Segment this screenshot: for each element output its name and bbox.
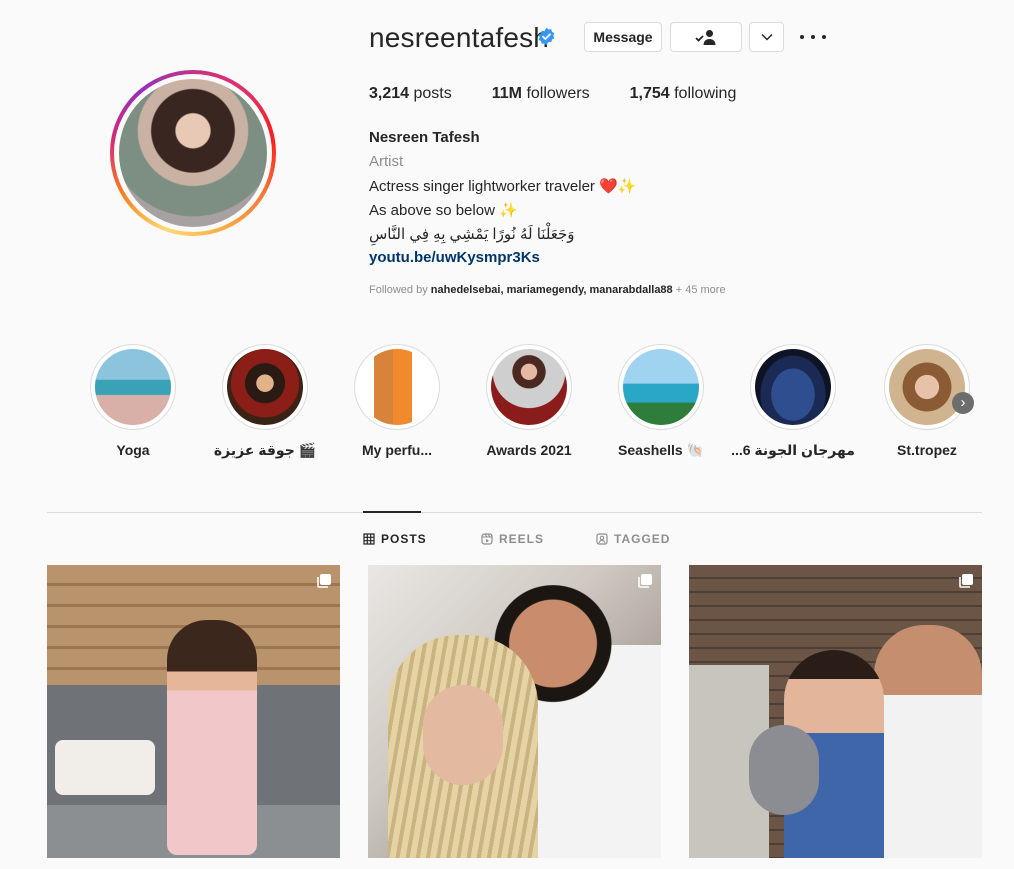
tab-tagged[interactable]: TAGGED [596,532,670,546]
followers-link[interactable]: 11M followers [492,85,590,103]
highlight-gouna[interactable]: مهرجان الجونة 6... [731,344,855,459]
highlight-cover [227,349,303,425]
highlight-label: St.tropez [897,442,957,458]
post-thumbnail[interactable] [368,565,661,858]
more-options-icon[interactable] [800,28,826,46]
highlights-next-icon[interactable]: › [952,392,974,414]
highlight-label: My perfu... [361,442,432,458]
highlight-cover [95,349,171,425]
grid-icon [363,533,375,545]
highlight-cover [623,349,699,425]
tabs-divider [47,512,982,513]
post-thumbnail[interactable] [47,565,340,858]
highlight-label: جوقة عزيزة 🎬 [213,442,317,458]
profile-stats: 3,214 posts 11M followers 1,754 followin… [369,85,776,103]
multiple-posts-icon [959,574,973,588]
message-button[interactable]: Message [584,22,662,52]
active-tab-indicator [363,511,421,513]
following-user-icon [695,30,716,45]
highlight-cover [359,349,435,425]
chevron-down-icon [760,33,773,41]
post-thumbnail[interactable] [689,565,982,858]
following-button[interactable] [670,22,742,52]
tab-posts[interactable]: POSTS [363,532,427,546]
profile-full-name: Nesreen Tafesh [369,129,480,146]
highlight-seashells[interactable]: Seashells 🐚 [618,344,704,459]
highlight-cover [755,349,831,425]
multiple-posts-icon [317,574,331,588]
highlight-yoga[interactable]: Yoga [90,344,176,458]
following-link[interactable]: 1,754 following [630,85,737,103]
followed-by[interactable]: Followed by nahedelsebai, mariamegendy, … [369,284,726,296]
highlight-awards-2021[interactable]: Awards 2021 [486,344,572,458]
profile-avatar[interactable] [110,70,276,236]
reels-icon [481,533,493,545]
profile-username: nesreentafesh [369,22,550,53]
suggested-dropdown-button[interactable] [749,22,784,52]
posts-count: 3,214 posts [369,85,452,102]
highlight-perfume[interactable]: My perfu... [354,344,440,458]
bio-line-arabic: وَجَعَلْنَا لَهُ نُورًا يَمْشِي بِهِ فِي… [369,226,575,243]
highlight-cover [889,349,965,425]
highlight-label: Awards 2021 [486,442,572,458]
bio-link[interactable]: youtu.be/uwKysmpr3Ks [369,249,540,266]
tab-reels[interactable]: REELS [481,532,544,546]
multiple-posts-icon [638,574,652,588]
verified-badge-icon [538,27,555,46]
profile-category: Artist [369,153,404,170]
highlight-jawqa[interactable]: جوقة عزيزة 🎬 [214,344,316,459]
highlight-cover [491,349,567,425]
bio-line: Actress singer lightworker traveler ❤️✨ [369,178,637,195]
tagged-icon [596,533,608,545]
bio-line: As above so below ✨ [369,202,518,219]
highlight-label: Seashells 🐚 [618,442,704,458]
highlight-label: Yoga [116,442,150,458]
avatar-image [119,79,267,227]
highlight-label: مهرجان الجونة 6... [731,442,855,458]
